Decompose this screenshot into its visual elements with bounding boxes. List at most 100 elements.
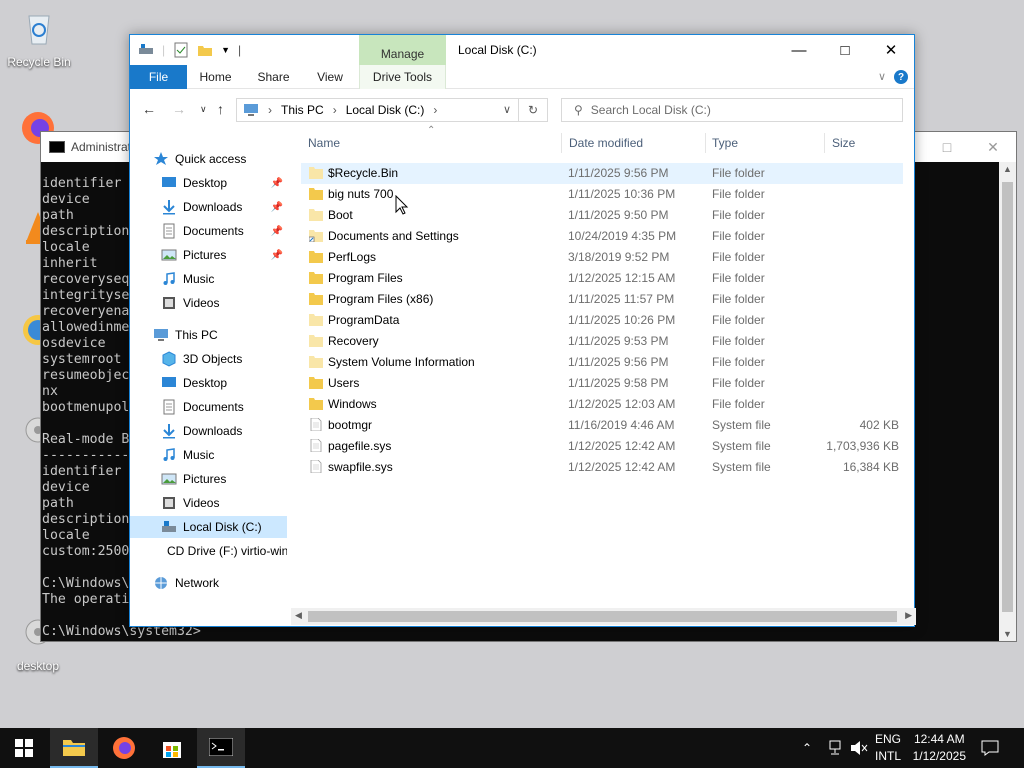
clock-time: 12:44 AM (913, 732, 965, 746)
nav-pc-desktop[interactable]: Desktop (130, 372, 287, 394)
taskbar-command-prompt[interactable] (197, 728, 245, 768)
nav-qa-music[interactable]: Music (130, 268, 287, 290)
nav-qa-desktop[interactable]: Desktop 📌 (130, 172, 287, 194)
tab-file[interactable]: File (130, 65, 187, 89)
nav-pc-documents[interactable]: Documents (130, 396, 287, 418)
nav-label: Quick access (175, 152, 247, 166)
nav-qa-documents[interactable]: Documents 📌 (130, 220, 287, 242)
pin-icon[interactable]: 📌 (271, 226, 283, 237)
scroll-right-arrow[interactable]: ▶ (905, 610, 912, 621)
start-button[interactable] (0, 728, 48, 768)
nav-network[interactable]: Network (130, 572, 287, 594)
pin-icon[interactable]: 📌 (271, 250, 283, 261)
nav-label: Music (183, 448, 215, 462)
forward-arrow-icon[interactable]: → (172, 101, 186, 117)
scroll-down-arrow[interactable]: ▼ (999, 629, 1016, 639)
address-dropdown-icon[interactable]: ∨ (503, 103, 511, 116)
desktop-icon-recycle-bin[interactable]: Recycle Bin (3, 8, 75, 69)
refresh-icon[interactable]: ↻ (518, 99, 547, 121)
new-folder-icon[interactable] (197, 42, 213, 58)
scroll-up-arrow[interactable]: ▲ (999, 164, 1016, 174)
file-row[interactable]: ProgramData 1/11/2025 10:26 PM File folder (301, 310, 903, 331)
file-type: File folder (712, 187, 765, 201)
file-row[interactable]: Documents and Settings 10/24/2019 4:35 PM… (301, 226, 903, 247)
file-row[interactable]: bootmgr 11/16/2019 4:46 AM System file 402 … (301, 415, 903, 436)
documents-icon (163, 223, 175, 239)
cmd-scrollbar[interactable]: ▲ ▼ (999, 162, 1016, 641)
nav-this-pc[interactable]: This PC (130, 324, 287, 346)
file-row[interactable]: PerfLogs 3/18/2019 9:52 PM File folder (301, 247, 903, 268)
nav-pc-music[interactable]: Music (130, 444, 287, 466)
nav-qa-downloads[interactable]: Downloads 📌 (130, 196, 287, 218)
column-header-type[interactable]: Type (712, 129, 738, 157)
breadcrumb-this-pc[interactable]: This PC (281, 103, 324, 117)
column-header-size[interactable]: Size (832, 129, 855, 157)
file-row[interactable]: $Recycle.Bin 1/11/2025 9:56 PM File folder (301, 163, 903, 184)
tab-drive-tools[interactable]: Drive Tools (359, 65, 446, 89)
customize-qat-icon[interactable]: ▼ (221, 45, 230, 55)
pin-icon[interactable]: 📌 (271, 202, 283, 213)
address-bar[interactable]: › This PC › Local Disk (C:) › ∨ ↻ (236, 98, 548, 122)
cmd-close-button[interactable]: ✕ (970, 132, 1016, 162)
taskbar-file-explorer[interactable] (50, 728, 98, 768)
file-row[interactable]: Program Files 1/12/2025 12:15 AM File fold… (301, 268, 903, 289)
language-indicator[interactable]: ENG INTL (875, 731, 901, 765)
close-button[interactable]: ✕ (868, 35, 914, 65)
show-hidden-icons[interactable]: ⌃ (802, 728, 812, 768)
search-box[interactable]: ⚲ Search Local Disk (C:) (561, 98, 903, 122)
file-row[interactable]: swapfile.sys 1/12/2025 12:42 AM System fil… (301, 457, 903, 478)
file-row[interactable]: Boot 1/11/2025 9:50 PM File folder (301, 205, 903, 226)
file-row[interactable]: pagefile.sys 1/12/2025 12:42 AM System fil… (301, 436, 903, 457)
scroll-thumb[interactable] (308, 611, 897, 622)
scroll-thumb[interactable] (1002, 182, 1013, 612)
expand-ribbon-icon[interactable]: ∨ (878, 70, 886, 83)
file-row[interactable]: Recovery 1/11/2025 9:53 PM File folder (301, 331, 903, 352)
nav-quick-access[interactable]: Quick access (130, 148, 287, 170)
file-row[interactable]: System Volume Information 1/11/2025 9:56 … (301, 352, 903, 373)
tab-manage[interactable]: Manage (359, 35, 446, 65)
network-tray-icon[interactable] (826, 728, 844, 768)
drive-icon[interactable] (138, 42, 154, 58)
file-row[interactable]: Windows 1/12/2025 12:03 AM File folder (301, 394, 903, 415)
column-header-date[interactable]: Date modified (569, 129, 643, 157)
explorer-titlebar[interactable]: | ▼ | Manage Local Disk (C:) — □ ✕ (130, 35, 914, 65)
properties-icon[interactable] (173, 42, 189, 58)
nav-local-disk[interactable]: Local Disk (C:) (130, 516, 287, 538)
horizontal-scrollbar[interactable]: ◀ ▶ (291, 608, 916, 625)
nav-pc-videos[interactable]: Videos (130, 492, 287, 514)
clock[interactable]: 12:44 AM 1/12/2025 (913, 731, 966, 765)
maximize-button[interactable]: □ (822, 35, 868, 65)
action-center-button[interactable] (981, 728, 999, 768)
tab-home[interactable]: Home (187, 65, 244, 89)
file-explorer-window[interactable]: | ▼ | Manage Local Disk (C:) — □ ✕ File … (129, 34, 916, 627)
videos-icon (163, 297, 175, 309)
volume-tray-icon[interactable] (850, 728, 868, 768)
file-name: big nuts 700 (328, 187, 394, 201)
nav-qa-pictures[interactable]: Pictures 📌 (130, 244, 287, 266)
column-header-name[interactable]: Name (308, 129, 340, 157)
minimize-button[interactable]: — (776, 35, 822, 65)
file-row[interactable]: Program Files (x86) 1/11/2025 11:57 PM Fil… (301, 289, 903, 310)
file-row[interactable]: Users 1/11/2025 9:58 PM File folder (301, 373, 903, 394)
file-row[interactable]: big nuts 700 1/11/2025 10:36 PM File folde… (301, 184, 903, 205)
up-arrow-icon[interactable]: ↑ (217, 101, 224, 117)
file-date: 1/12/2025 12:03 AM (568, 397, 676, 411)
music-icon (163, 272, 175, 285)
nav-qa-videos[interactable]: Videos (130, 292, 287, 314)
recent-locations-icon[interactable]: ∨ (200, 104, 207, 115)
tab-share[interactable]: Share (246, 65, 301, 89)
nav-pc-downloads[interactable]: Downloads (130, 420, 287, 442)
tab-view[interactable]: View (303, 65, 357, 89)
nav-3d-objects[interactable]: 3D Objects (130, 348, 287, 370)
scroll-left-arrow[interactable]: ◀ (295, 610, 302, 621)
cmd-maximize-button[interactable]: □ (924, 132, 970, 162)
help-icon[interactable]: ? (894, 70, 908, 84)
breadcrumb-local-disk[interactable]: Local Disk (C:) (346, 103, 425, 117)
taskbar-firefox[interactable] (100, 728, 148, 768)
back-arrow-icon[interactable]: ← (142, 101, 156, 117)
taskbar-store[interactable] (148, 728, 196, 768)
pin-icon[interactable]: 📌 (271, 178, 283, 189)
documents-icon (163, 399, 175, 415)
nav-pc-pictures[interactable]: Pictures (130, 468, 287, 490)
nav-cd-drive[interactable]: CD Drive (F:) virtio-win (130, 540, 287, 562)
